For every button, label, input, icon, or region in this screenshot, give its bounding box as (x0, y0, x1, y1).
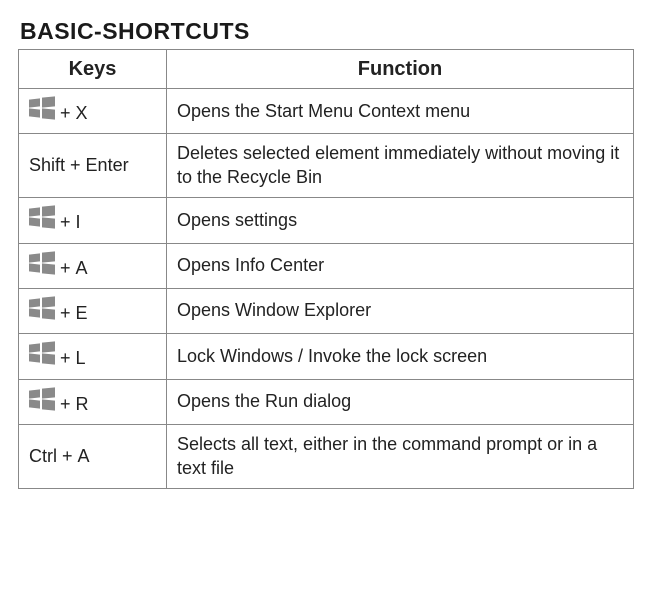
function-cell: Opens the Start Menu Context menu (167, 89, 634, 134)
keys-cell: +L (19, 334, 167, 379)
key-label: I (76, 211, 81, 234)
key-label: Shift (29, 154, 65, 177)
windows-key-icon (29, 97, 55, 119)
windows-key-icon (29, 297, 55, 319)
plus-separator: + (55, 303, 76, 323)
function-cell: Opens settings (167, 198, 634, 243)
key-label: E (76, 302, 88, 325)
keys-cell: +R (19, 379, 167, 424)
table-header-row: Keys Function (19, 50, 634, 89)
function-cell: Opens Info Center (167, 243, 634, 288)
plus-separator: + (55, 394, 76, 414)
plus-separator: + (65, 155, 86, 175)
table-row: +ROpens the Run dialog (19, 379, 634, 424)
key-label: L (76, 347, 86, 370)
function-cell: Lock Windows / Invoke the lock screen (167, 334, 634, 379)
function-cell: Opens the Run dialog (167, 379, 634, 424)
table-row: Shift+EnterDeletes selected element imme… (19, 134, 634, 198)
table-row: +IOpens settings (19, 198, 634, 243)
windows-key-icon (29, 252, 55, 274)
plus-separator: + (55, 103, 76, 123)
table-row: Ctrl+ASelects all text, either in the co… (19, 425, 634, 489)
key-label: Ctrl (29, 445, 57, 468)
function-cell: Selects all text, either in the command … (167, 425, 634, 489)
windows-key-icon (29, 388, 55, 410)
plus-separator: + (57, 446, 78, 466)
plus-separator: + (55, 348, 76, 368)
table-row: +XOpens the Start Menu Context menu (19, 89, 634, 134)
function-cell: Opens Window Explorer (167, 288, 634, 333)
keys-cell: +E (19, 288, 167, 333)
plus-separator: + (55, 258, 76, 278)
key-label: A (78, 445, 90, 468)
header-keys: Keys (19, 50, 167, 89)
table-row: +AOpens Info Center (19, 243, 634, 288)
function-cell: Deletes selected element immediately wit… (167, 134, 634, 198)
key-label: R (76, 393, 89, 416)
key-label: X (76, 102, 88, 125)
keys-cell: +A (19, 243, 167, 288)
shortcuts-table: Keys Function +XOpens the Start Menu Con… (18, 49, 634, 489)
windows-key-icon (29, 342, 55, 364)
keys-cell: +I (19, 198, 167, 243)
header-function: Function (167, 50, 634, 89)
table-row: +EOpens Window Explorer (19, 288, 634, 333)
keys-cell: +X (19, 89, 167, 134)
keys-cell: Ctrl+A (19, 425, 167, 489)
keys-cell: Shift+Enter (19, 134, 167, 198)
windows-key-icon (29, 206, 55, 228)
table-row: +LLock Windows / Invoke the lock screen (19, 334, 634, 379)
page-title: BASIC-SHORTCUTS (20, 18, 634, 45)
key-label: Enter (86, 154, 129, 177)
plus-separator: + (55, 212, 76, 232)
key-label: A (76, 257, 88, 280)
